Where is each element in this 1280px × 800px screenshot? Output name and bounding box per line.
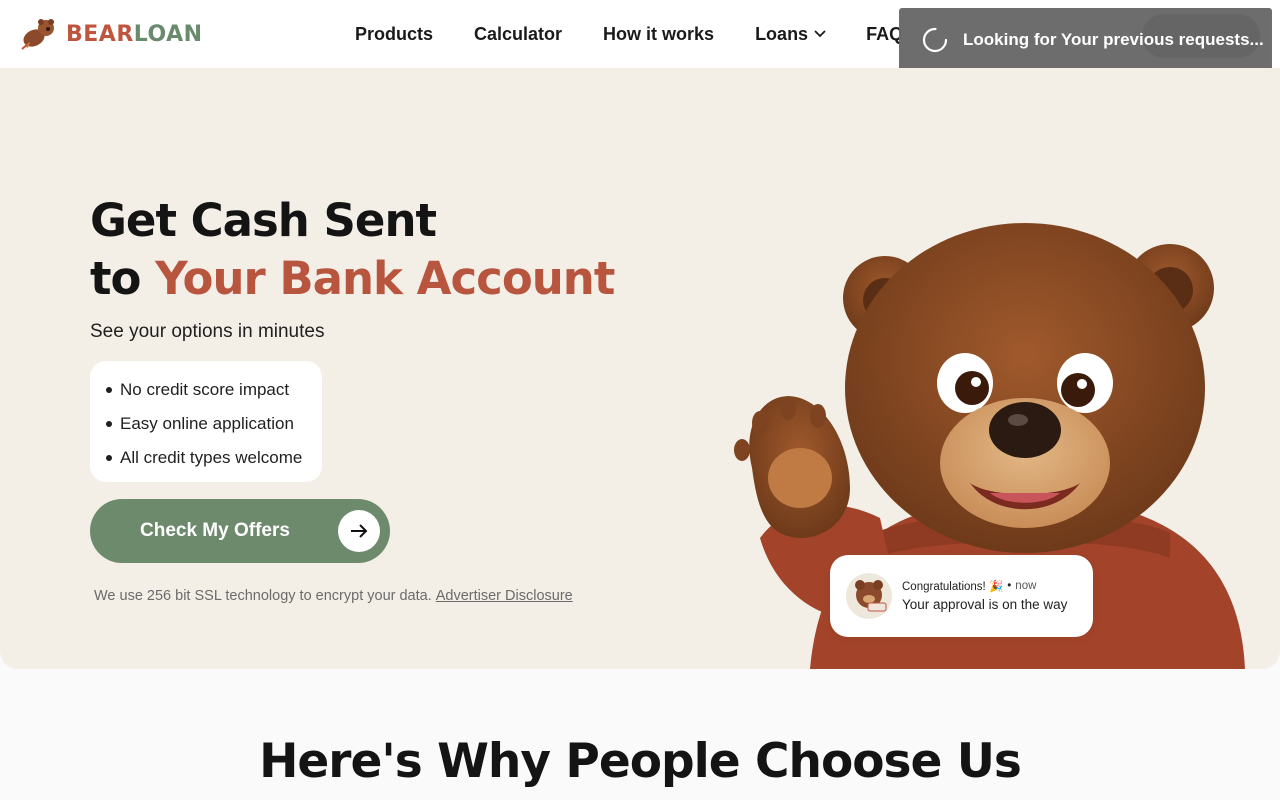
check-my-offers-button[interactable]: Check My Offers [90,499,390,563]
nav-faq-label: FAQ [866,23,904,44]
notification-separator: • [1007,580,1012,592]
notification-body: Congratulations! 🎉 • now Your approval i… [902,579,1072,613]
notification-title: Congratulations! 🎉 [902,581,1004,593]
chevron-down-icon [814,30,826,38]
why-choose-us-heading: Here's Why People Choose Us [259,734,1022,789]
list-item: Easy online application [106,407,322,441]
logo-text-loan: LOAN [133,21,203,47]
hero-title-line1: Get Cash Sent [90,194,437,247]
arrow-right-icon [338,510,380,552]
hero-title-accent: Your Bank Account [155,252,615,305]
nav-products-label: Products [355,23,434,44]
toast-text: Looking for Your previous requests... [963,30,1264,49]
nav-loans-label: Loans [755,23,809,44]
nav-calculator[interactable]: Calculator [474,22,562,46]
list-item: All credit types welcome [106,441,322,475]
ssl-notice: We use 256 bit SSL technology to encrypt… [94,588,573,604]
hero-section: Get Cash Sent to Your Bank Account See y… [0,68,1280,669]
bear-rocket-logo-icon [21,19,54,50]
approval-notification: Congratulations! 🎉 • now Your approval i… [830,555,1093,637]
ssl-text: We use 256 bit SSL technology to encrypt… [94,588,432,604]
hero-title-prefix: to [90,252,156,305]
hero-subtitle: See your options in minutes [90,321,325,342]
notification-message: Your approval is on the way [902,597,1068,612]
bullet-dot-icon [106,421,112,427]
nav-how-it-works-label: How it works [603,23,715,44]
notification-time: now [1015,580,1037,592]
nav-loans-dropdown[interactable]: Loans [755,22,826,46]
list-item: No credit score impact [106,373,322,407]
nav-products[interactable]: Products [355,22,433,46]
bullet-dot-icon [106,387,112,393]
bullet-dot-icon [106,455,112,461]
advertiser-disclosure-link[interactable]: Advertiser Disclosure [436,588,573,604]
logo-text-bear: BEAR [66,21,134,47]
benefit-text: Easy online application [120,414,294,433]
brand-logo[interactable]: BEARLOAN [20,16,203,52]
benefit-text: No credit score impact [120,380,290,399]
cta-label: Check My Offers [140,520,290,541]
loading-toast: Looking for Your previous requests... [899,8,1272,72]
nav-calculator-label: Calculator [474,23,563,44]
avatar [846,573,892,619]
logo-text: BEARLOAN [66,22,203,47]
nav-faq[interactable]: FAQ [866,22,903,46]
hero-title-line2: to Your Bank Account [90,250,615,308]
notification-header: Congratulations! 🎉 • now [902,579,1072,593]
benefits-list: No credit score impact Easy online appli… [90,361,322,482]
main-nav: Products Calculator How it works Loans F… [355,22,903,46]
benefit-text: All credit types welcome [120,448,303,467]
hero-title: Get Cash Sent to Your Bank Account [90,192,615,308]
nav-how-it-works[interactable]: How it works [603,22,714,46]
spinner-icon [922,27,948,53]
